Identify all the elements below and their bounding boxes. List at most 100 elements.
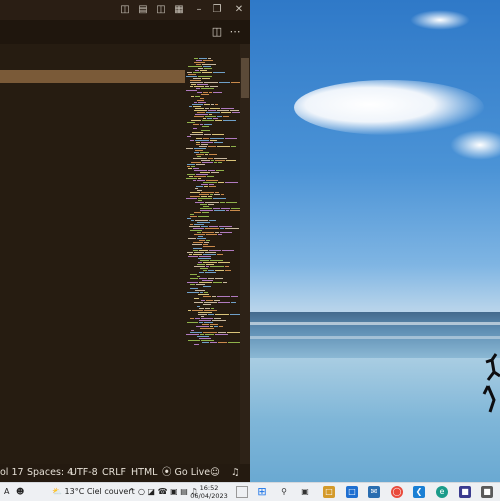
toggle-primary-sidebar-icon[interactable]: ◫ [118, 3, 132, 17]
minimap-line [213, 198, 226, 199]
vscode-icon[interactable]: ❮ [413, 486, 425, 498]
people-icon[interactable]: ☻ [16, 485, 24, 499]
accounts-icon[interactable]: ☺ [210, 464, 220, 482]
minimap-line [195, 96, 200, 97]
close-button[interactable]: ✕ [232, 3, 246, 17]
minimap-line [208, 204, 214, 205]
mail-icon[interactable]: ✉ [368, 486, 380, 498]
minimap-line [191, 162, 201, 163]
minimap-line [206, 300, 213, 301]
file-explorer-icon[interactable]: □ [323, 486, 335, 498]
app-icon[interactable]: ■ [481, 486, 493, 498]
minimap-line [225, 270, 231, 271]
search-icon[interactable]: ⚲ [278, 486, 290, 498]
minimap-line [199, 194, 209, 195]
customize-layout-icon[interactable]: ▦ [172, 3, 186, 17]
minimap-line [188, 340, 200, 341]
split-editor-icon[interactable]: ◫ [210, 25, 224, 39]
minimap-line [218, 302, 230, 303]
scrollbar-thumb[interactable] [241, 58, 249, 98]
windows-start-icon[interactable]: ⊞ [256, 486, 268, 498]
task-view-icon[interactable]: ▣ [299, 486, 311, 498]
minimap-line [208, 158, 213, 159]
minimap-line [200, 210, 213, 211]
minimap-line [204, 68, 212, 69]
eol-status[interactable]: CRLF [102, 464, 126, 482]
minimap-line [196, 60, 202, 61]
minimap-line [202, 162, 213, 163]
minimap-line [214, 194, 220, 195]
minimap-line [221, 108, 234, 109]
minimap-line [189, 226, 200, 227]
minimap-line [197, 92, 202, 93]
toggle-panel-icon[interactable]: ▤ [136, 3, 150, 17]
minimap-line [187, 292, 199, 293]
minimap-line [190, 134, 203, 135]
minimap-line [198, 200, 202, 201]
minimap-line [228, 342, 240, 343]
minimap-line [194, 102, 197, 103]
minimap-line [197, 264, 205, 265]
minimap-line [214, 210, 225, 211]
minimap-line [226, 202, 237, 203]
language-mode[interactable]: HTML [131, 464, 157, 482]
minimap-line [191, 96, 194, 97]
minimap-line [196, 138, 202, 139]
toggle-secondary-sidebar-icon[interactable]: ◫ [154, 3, 168, 17]
notifications-bell-icon[interactable]: ♫ [231, 464, 240, 482]
minimap-line [197, 232, 201, 233]
chevron-up-icon[interactable]: ⌃ [128, 485, 135, 499]
vertical-scrollbar[interactable] [240, 44, 250, 464]
minimap-line [197, 306, 200, 307]
minimap-line [201, 316, 204, 317]
minimap-line [203, 286, 211, 287]
minimap-line [200, 208, 212, 209]
wallpaper-wave [250, 336, 500, 339]
store-icon[interactable]: □ [346, 486, 358, 498]
minimap-line [190, 284, 195, 285]
minimap-line [200, 152, 209, 153]
edge-icon[interactable]: e [436, 486, 448, 498]
restore-button[interactable]: ❐ [210, 3, 224, 17]
minimap-line [203, 270, 207, 271]
minimap-line [194, 302, 203, 303]
show-desktop-button[interactable] [236, 486, 248, 498]
minimap-line [207, 118, 212, 119]
wallpaper-runner-silhouette [482, 353, 500, 413]
minimap-line [201, 192, 214, 193]
indentation-status[interactable]: Spaces: 4 [27, 464, 73, 482]
minimap-line [191, 220, 194, 221]
system-clock[interactable]: 16:52 06/04/2023 [186, 484, 232, 500]
minimap-line [210, 342, 217, 343]
more-actions-icon[interactable]: ⋯ [228, 25, 242, 39]
minimap-line [203, 182, 217, 183]
app-icon[interactable]: ■ [459, 486, 471, 498]
minimap-line [196, 164, 205, 165]
minimap-line [201, 88, 214, 89]
minimap-line [188, 310, 191, 311]
minimap-line [192, 310, 203, 311]
minimap-line [187, 136, 191, 137]
minimap-line [201, 130, 210, 131]
go-live-button[interactable]: ⦿ Go Live [162, 464, 210, 482]
minimap-line [190, 216, 197, 217]
cursor-position[interactable]: ol 17 [0, 464, 24, 482]
minimap-line [206, 266, 209, 267]
minimize-button[interactable]: – [192, 3, 206, 17]
minimap-line [198, 258, 211, 259]
taskbar-text-fragment: A [4, 487, 10, 496]
minimap-line [210, 138, 224, 139]
encoding-status[interactable]: UTF-8 [70, 464, 98, 482]
minimap[interactable] [186, 56, 240, 356]
chrome-icon[interactable]: ◯ [391, 486, 403, 498]
minimap-line [190, 332, 202, 333]
minimap-line [187, 218, 191, 219]
minimap-line [206, 180, 218, 181]
minimap-line [198, 236, 203, 237]
minimap-line [186, 198, 197, 199]
weather-widget[interactable]: ⛅ 13°C Ciel couvert [52, 485, 135, 499]
minimap-line [197, 276, 200, 277]
minimap-line [203, 138, 209, 139]
minimap-line [199, 256, 211, 257]
minimap-line [194, 110, 207, 111]
